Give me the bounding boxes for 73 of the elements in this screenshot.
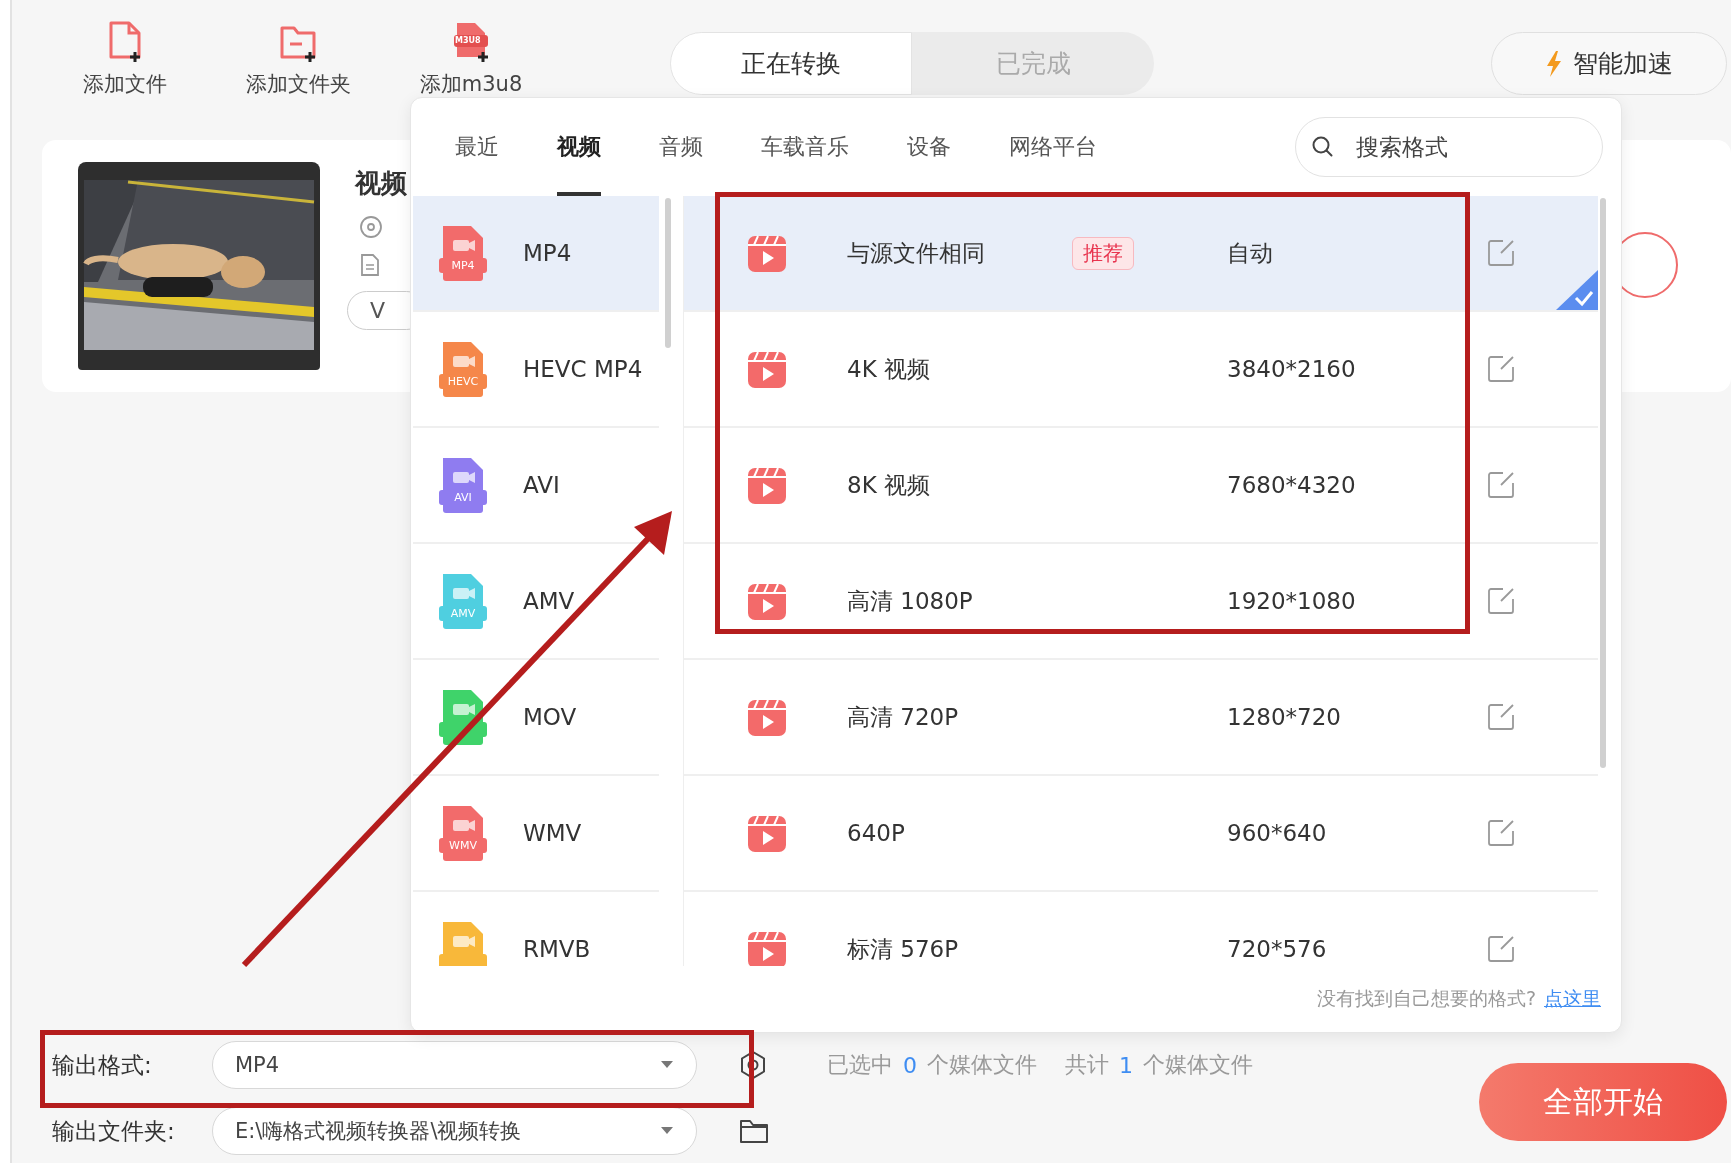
resolution-text: 3840*2160 [1227,356,1357,382]
category-tab[interactable]: 最近 [455,98,499,196]
file-title: 视频 [355,167,407,200]
caret-icon [660,1126,674,1136]
document-icon [359,253,381,277]
format-item[interactable]: MOV [413,660,659,776]
category-tab[interactable]: 网络平台 [1009,98,1097,196]
speed-button[interactable]: 智能加速 [1491,32,1727,95]
stat-text: 已选中 [827,1051,893,1079]
stat-count: 1 [1119,1052,1133,1078]
preset-item[interactable]: 高清 720P 1280*720 [684,660,1598,776]
stat-text: 个媒体文件 [1143,1051,1253,1079]
category-tab[interactable]: 车载音乐 [761,98,849,196]
preset-name: 标清 576P [847,934,960,964]
edit-icon[interactable] [1486,586,1516,616]
resolution-text: 1280*720 [1227,704,1342,730]
format-item[interactable]: AMV AMV [413,544,659,660]
preset-item[interactable]: 4K 视频 3840*2160 [684,312,1598,428]
format-item[interactable]: WMV WMV [413,776,659,892]
category-tab[interactable]: 设备 [907,98,951,196]
resolution-text: 1920*1080 [1227,588,1357,614]
file-plus-icon [451,20,491,64]
video-file-icon [439,920,487,966]
caret-icon [660,1060,674,1070]
icon-label: M3U8 [455,35,481,47]
stat-count: 0 [903,1052,917,1078]
preset-name: 与源文件相同 [847,238,986,268]
hint-text: 没有找到自己想要的格式? [1316,986,1536,1011]
preset-name: 高清 720P [847,702,960,732]
stat-text: 共计 [1065,1051,1109,1079]
preset-name: 高清 1080P [847,586,974,616]
preset-item[interactable]: 8K 视频 7680*4320 [684,428,1598,544]
field-label: 输出格式: [52,1050,153,1080]
disc-icon [359,215,383,239]
search-field[interactable]: 搜索格式 [1295,117,1603,177]
field-label: 输出文件夹: [52,1116,176,1146]
edit-icon[interactable] [1486,238,1516,268]
edit-icon[interactable] [1486,354,1516,384]
resolution-text: 960*640 [1227,820,1328,846]
edit-icon[interactable] [1486,934,1516,964]
speed-label: 智能加速 [1573,48,1673,80]
add-folder-button[interactable]: 添加文件夹 [223,0,373,96]
preset-name: 8K 视频 [847,470,932,500]
preset-name: 4K 视频 [847,354,932,384]
add-file-button[interactable]: M3U8 添加m3u8 [396,0,546,96]
preset-item[interactable]: 与源文件相同 推荐 自动 [684,196,1598,312]
scrollbar[interactable] [665,198,671,348]
settings-icon[interactable] [739,1050,767,1080]
scrollbar[interactable] [1600,198,1606,768]
format-dropdown[interactable]: MP4 [212,1041,697,1089]
folder-dropdown[interactable]: E:\嗨格式视频转换器\视频转换 [212,1107,697,1155]
format-item[interactable]: HEVC HEVC MP4 [413,312,659,428]
format-item[interactable]: RMVB [413,892,659,966]
folder-icon[interactable] [739,1118,769,1144]
preset-name: 640P [847,820,906,846]
check-corner-icon [1556,270,1598,310]
category-tab[interactable]: 音频 [659,98,703,196]
edit-icon[interactable] [1486,702,1516,732]
preset-item[interactable]: 标清 576P 720*576 [684,892,1598,966]
resolution-text: 720*576 [1227,936,1328,962]
recommend-tag: 推荐 [1072,236,1134,270]
stat-text: 个媒体文件 [927,1051,1037,1079]
preset-item[interactable]: 高清 1080P 1920*1080 [684,544,1598,660]
edit-icon[interactable] [1486,470,1516,500]
resolution-text: 7680*4320 [1227,472,1357,498]
format-item[interactable]: MP4 MP4 [413,196,659,312]
view-tab[interactable]: 正在转换 [670,32,912,95]
resolution-text: 自动 [1227,238,1274,268]
preset-item[interactable]: 640P 960*640 [684,776,1598,892]
search-icon [1311,135,1335,159]
add-file-button[interactable]: 添加文件 [50,0,200,96]
lightning-icon [1545,49,1563,78]
edit-icon[interactable] [1486,818,1516,848]
